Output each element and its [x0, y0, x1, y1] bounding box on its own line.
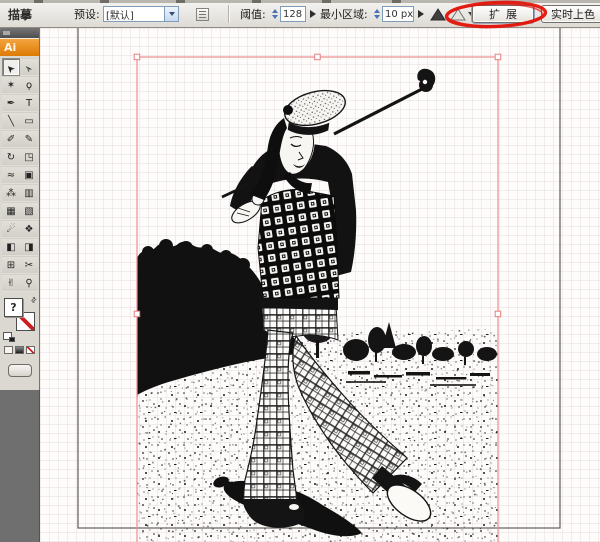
handle-middle-left[interactable] [134, 311, 140, 317]
magic-wand-tool[interactable]: ✶ [2, 76, 20, 94]
golfer-vest [258, 189, 339, 298]
illustrator-window: Ai ➤➢✶ϙ✒T╲▭✐✎↻◳≈▣⁂▥▦▧☄❖◧◨⊞✂✌⚲ ? ⇄ 描摹 预设:… [0, 0, 600, 542]
pen-tool[interactable]: ✒ [2, 94, 20, 112]
threshold-label: 阈值: [240, 6, 266, 22]
screen-mode-button[interactable] [8, 364, 32, 377]
golf-club-shaft [334, 88, 424, 134]
gradient-tool[interactable]: ▧ [20, 202, 38, 220]
zoom-tool[interactable]: ⚲ [20, 274, 38, 292]
color-mode-button[interactable] [4, 346, 13, 354]
symbol-sprayer-tool[interactable]: ⁂ [2, 184, 20, 202]
trace-title: 描摹 [8, 6, 32, 23]
ai-logo: Ai [0, 38, 39, 56]
expand-button[interactable]: 扩展 [472, 5, 534, 23]
free-transform-tool[interactable]: ▣ [20, 166, 38, 184]
none-mode-button[interactable] [26, 346, 35, 354]
min-area-label: 最小区域: [320, 6, 368, 22]
paintbrush-tool[interactable]: ✐ [2, 130, 20, 148]
blend-tool[interactable]: ❖ [20, 220, 38, 238]
crop-area-tool[interactable]: ⊞ [2, 256, 20, 274]
slice-tool[interactable]: ✂ [20, 256, 38, 274]
swap-fill-stroke-icon[interactable]: ⇄ [29, 295, 39, 305]
threshold-popup-icon[interactable] [310, 10, 316, 18]
golf-club-head [417, 69, 435, 92]
preview-raster-icon[interactable] [430, 8, 446, 21]
warp-tool[interactable]: ≈ [2, 166, 20, 184]
traced-golfer-image[interactable] [137, 69, 498, 542]
handle-top-right[interactable] [495, 54, 501, 60]
preset-dropdown-icon[interactable] [165, 6, 179, 22]
pencil-tool[interactable]: ✎ [20, 130, 38, 148]
preset-label: 预设: [74, 6, 100, 22]
selection-tool[interactable]: ➤ [2, 58, 20, 76]
lasso-tool[interactable]: ϙ [20, 76, 38, 94]
hand-tool[interactable]: ✌ [2, 274, 20, 292]
type-tool[interactable]: T [20, 94, 38, 112]
live-paint-selection-tool[interactable]: ◨ [20, 238, 38, 256]
preset-select[interactable]: [默认] [103, 6, 165, 22]
live-paint-bucket-tool[interactable]: ◧ [2, 238, 20, 256]
eyedropper-tool[interactable]: ☄ [2, 220, 20, 238]
threshold-input[interactable]: 128 [280, 6, 306, 22]
tool-grid: ➤➢✶ϙ✒T╲▭✐✎↻◳≈▣⁂▥▦▧☄❖◧◨⊞✂✌⚲ [0, 56, 40, 294]
tools-panel-header[interactable] [0, 28, 39, 38]
fill-swatch[interactable]: ? [4, 298, 23, 317]
live-paint-button[interactable]: 实时上色 [541, 5, 600, 23]
rotate-tool[interactable]: ↻ [2, 148, 20, 166]
graph-tool[interactable]: ▥ [20, 184, 38, 202]
tools-panel: Ai ➤➢✶ϙ✒T╲▭✐✎↻◳≈▣⁂▥▦▧☄❖◧◨⊞✂✌⚲ ? ⇄ [0, 28, 40, 390]
scale-tool[interactable]: ◳ [20, 148, 38, 166]
gradient-mode-button[interactable] [15, 346, 24, 354]
mesh-tool[interactable]: ▦ [2, 202, 20, 220]
tracing-options-icon[interactable] [196, 8, 209, 21]
min-area-popup-icon[interactable] [418, 10, 424, 18]
default-fill-stroke-icon[interactable] [3, 332, 12, 340]
dock-background [0, 390, 40, 542]
line-segment-tool[interactable]: ╲ [2, 112, 20, 130]
direct-selection-tool[interactable]: ➢ [20, 58, 38, 76]
min-area-input[interactable]: 10 px [382, 6, 414, 22]
handle-middle-right[interactable] [495, 311, 501, 317]
trace-control-bar: 描摹 预设: [默认] 阈值: 128 最小区域: 10 px 扩展 [0, 0, 600, 28]
fill-stroke-indicator: ? ⇄ [0, 294, 39, 344]
rectangle-tool[interactable]: ▭ [20, 112, 38, 130]
canvas-artwork-svg [0, 0, 600, 542]
handle-top-center[interactable] [315, 54, 321, 60]
handle-top-left[interactable] [134, 54, 140, 60]
min-area-stepper[interactable] [374, 9, 380, 19]
preview-vector-icon[interactable] [450, 8, 466, 21]
toolbar-separator [228, 5, 229, 23]
threshold-stepper[interactable] [272, 9, 278, 19]
